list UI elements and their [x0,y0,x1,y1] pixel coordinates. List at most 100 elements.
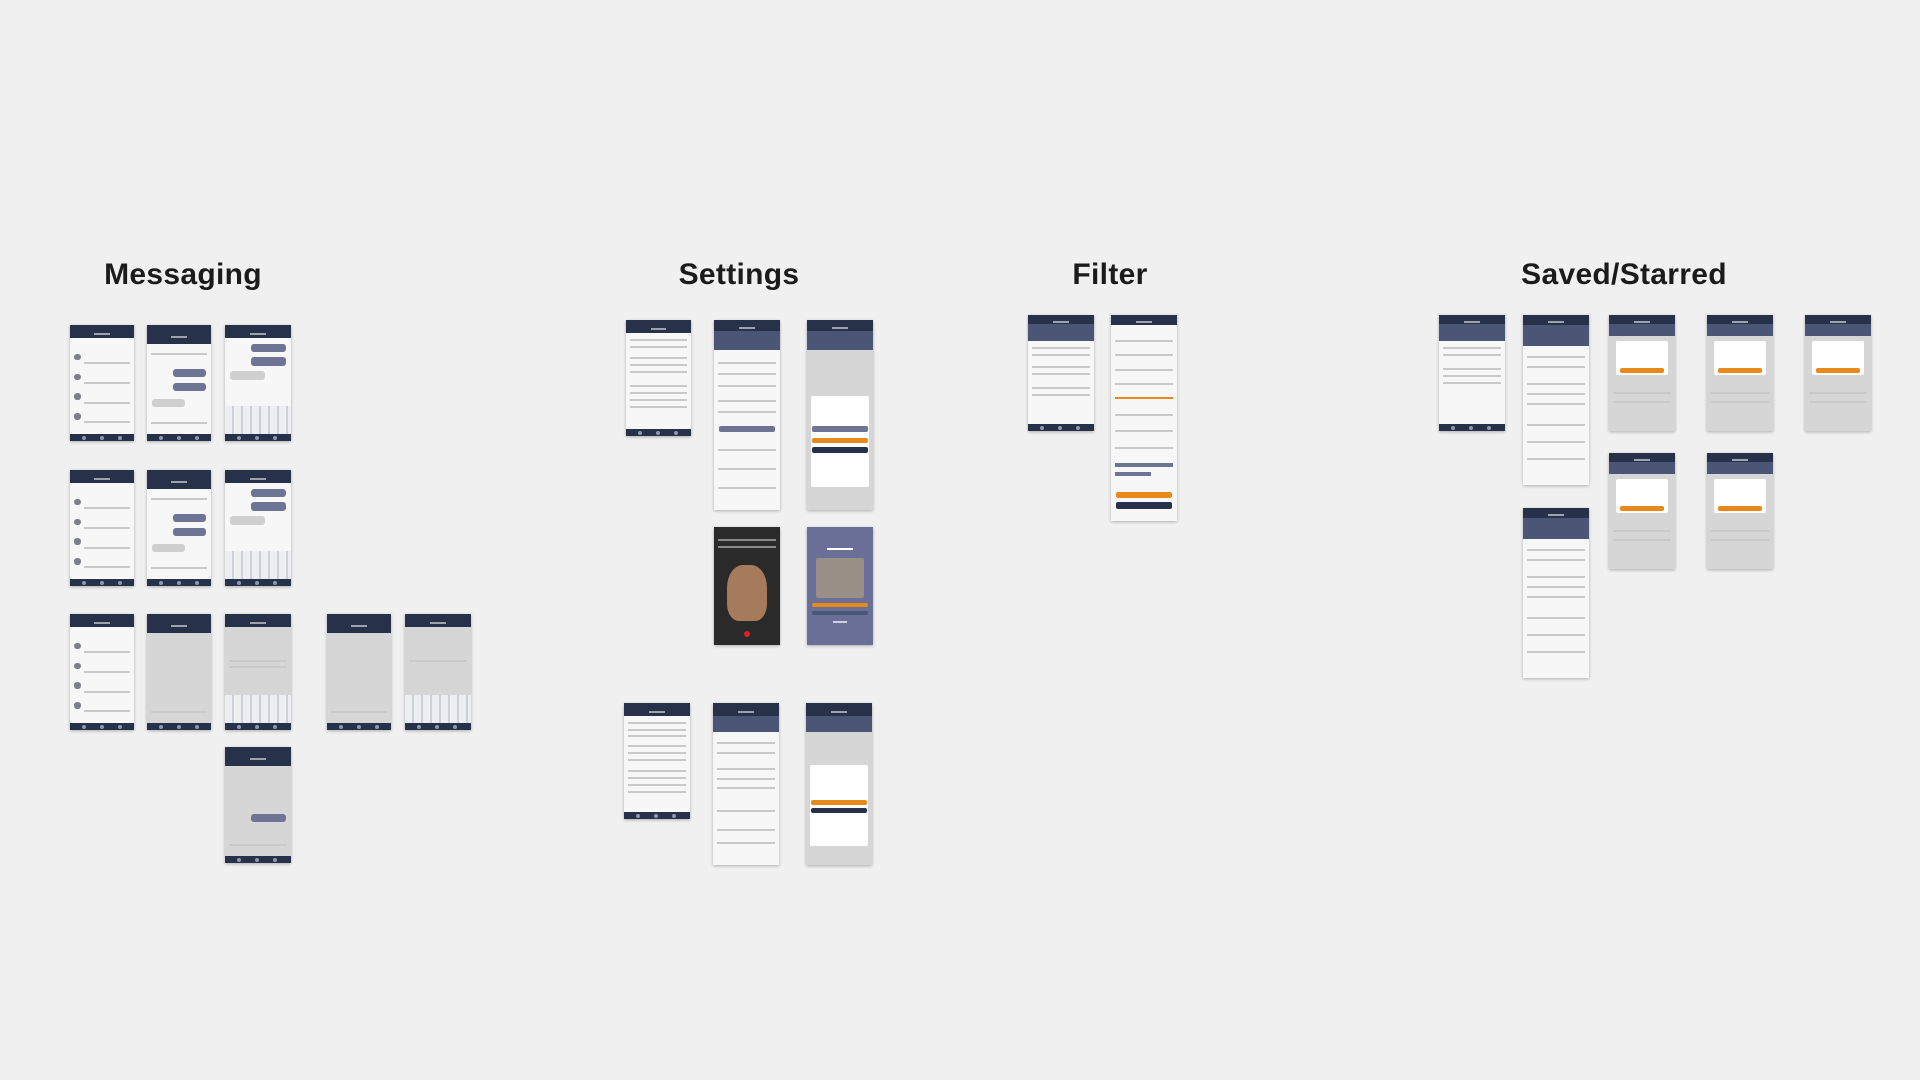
settings-screen-review-video[interactable] [807,527,873,645]
screen-header [1523,315,1589,326]
settings-item[interactable] [629,384,688,387]
confirm-button[interactable] [1619,506,1665,511]
settings-item[interactable] [627,758,687,761]
approve-button[interactable] [812,602,868,608]
settings-item[interactable] [629,357,688,360]
profile-card [809,764,869,846]
settings-screen-profile-actions[interactable] [807,320,873,510]
compose-field[interactable] [150,711,208,714]
primary-action-button[interactable] [812,437,868,444]
profile-text [1526,633,1586,636]
settings-item[interactable] [627,751,687,754]
keyboard[interactable] [405,695,471,724]
filter-tags[interactable] [1114,463,1174,468]
settings-item[interactable] [629,371,688,374]
settings-screen-menu[interactable] [626,320,691,436]
filter-screen-search-results[interactable] [1028,315,1094,431]
settings-screen-profile[interactable] [714,320,780,510]
messaging-screen-chat-sent[interactable] [225,747,291,863]
compose-field[interactable] [150,567,208,570]
video-preview[interactable] [816,557,864,598]
settings-item[interactable] [629,345,688,348]
settings-item[interactable] [627,784,687,787]
saved-screen-star-confirm[interactable] [1609,315,1675,431]
filter-field[interactable] [1114,368,1174,371]
confirm-button[interactable] [1619,368,1665,373]
confirm-button[interactable] [1717,506,1763,511]
apply-filter-button[interactable] [1116,492,1172,499]
settings-item[interactable] [629,364,688,367]
compose-field[interactable] [228,844,288,847]
messaging-screen-compose-keyboard[interactable] [225,614,291,730]
filter-field[interactable] [1114,382,1174,385]
saved-screen-star-confirm[interactable] [1707,453,1773,569]
filter-field[interactable] [1114,413,1174,416]
settings-item[interactable] [627,721,687,724]
settings-item[interactable] [627,791,687,794]
keyboard[interactable] [225,551,291,580]
messaging-screen-chat-keyboard[interactable] [225,470,291,586]
screen-header [624,703,690,716]
filter-field[interactable] [1114,430,1174,433]
messaging-screen-chat-keyboard[interactable] [225,325,291,441]
saved-screen-star-confirm[interactable] [1707,315,1773,431]
settings-item[interactable] [627,744,687,747]
screen-header [1523,508,1589,519]
settings-screen-profile[interactable] [713,703,779,865]
filter-field[interactable] [1114,339,1174,342]
screen-header [70,614,134,627]
confirm-button[interactable] [1815,368,1861,373]
messaging-screen-list[interactable] [70,614,134,730]
messaging-screen-chat[interactable] [147,470,211,586]
section-title-settings: Settings [678,258,800,291]
filter-field[interactable] [1114,354,1174,357]
cancel-button[interactable] [812,447,868,453]
compose-field[interactable] [150,422,208,425]
primary-action-button[interactable] [811,800,867,806]
filter-screen-options[interactable] [1111,315,1177,521]
messaging-screen-chat[interactable] [147,325,211,441]
settings-item[interactable] [629,405,688,408]
record-button[interactable] [743,630,751,638]
confirm-button[interactable] [1717,368,1763,373]
avatar [74,702,81,709]
saved-screen-profile[interactable] [1523,508,1589,678]
video-button[interactable] [812,426,868,433]
settings-screen-record-video[interactable] [714,527,780,645]
settings-item[interactable] [627,777,687,780]
profile-text [717,411,777,414]
result-text [1442,382,1502,385]
settings-item[interactable] [627,770,687,773]
tab-bar [405,723,471,730]
settings-item[interactable] [629,398,688,401]
messaging-screen-empty-chat[interactable] [147,614,211,730]
settings-item[interactable] [629,391,688,394]
settings-item[interactable] [627,728,687,731]
saved-screen-list[interactable] [1439,315,1505,431]
settings-item[interactable] [627,735,687,738]
messaging-screen-new-chat[interactable] [327,614,391,730]
profile-text [1526,355,1586,358]
keyboard[interactable] [225,695,291,724]
settings-screen-profile-actions[interactable] [806,703,872,865]
cancel-link[interactable] [833,621,847,624]
messaging-screen-list[interactable] [70,325,134,441]
list-item [84,710,131,713]
cancel-button[interactable] [1116,502,1172,509]
saved-screen-star-confirm[interactable] [1805,315,1871,431]
messaging-screen-new-chat-keyboard[interactable] [405,614,471,730]
messaging-screen-list[interactable] [70,470,134,586]
profile-text [717,449,777,452]
compose-field[interactable] [330,711,388,714]
retake-button[interactable] [812,610,868,616]
cancel-button[interactable] [811,808,867,814]
video-button[interactable] [719,426,775,433]
keyboard[interactable] [225,406,291,435]
filter-tags[interactable] [1114,471,1151,476]
rating-slider[interactable] [1114,397,1174,400]
settings-screen-menu[interactable] [624,703,690,819]
settings-item[interactable] [629,338,688,341]
saved-screen-star-confirm[interactable] [1609,453,1675,569]
saved-screen-profile[interactable] [1523,315,1589,485]
filter-field[interactable] [1114,446,1174,449]
